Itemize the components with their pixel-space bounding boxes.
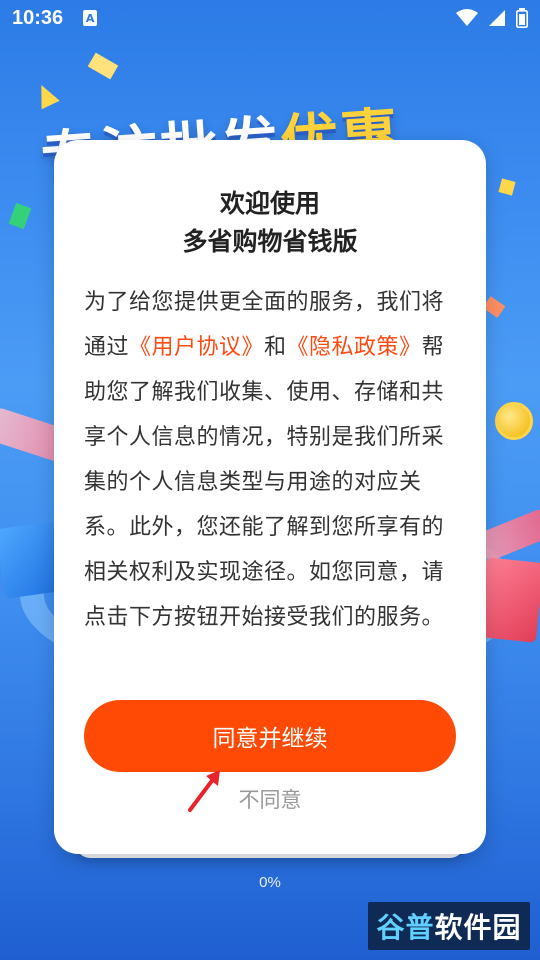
confetti-shape [87, 52, 119, 80]
watermark-text-part2: 软件园 [434, 911, 522, 944]
dialog-title: 欢迎使用 多省购物省钱版 [54, 185, 486, 261]
decorative-cube [477, 557, 540, 643]
body-text-and: 和 [264, 335, 287, 360]
agree-continue-button[interactable]: 同意并继续 [84, 700, 456, 772]
status-icons [456, 8, 528, 28]
status-bar: 10:36 A [0, 0, 540, 36]
status-time: 10:36 [12, 6, 64, 29]
watermark-text-part1: 谷普 [376, 911, 435, 944]
dialog-body-text: 为了给您提供更全面的服务，我们将通过《用户协议》和《隐私政策》帮助您了解我们收集… [84, 280, 460, 640]
privacy-policy-link[interactable]: 《隐私政策》 [287, 335, 422, 360]
confetti-shape [32, 80, 60, 110]
battery-icon [516, 8, 528, 28]
signal-icon [489, 10, 505, 26]
notification-icon: A [83, 10, 98, 26]
confetti-shape [498, 178, 516, 196]
privacy-consent-dialog: 欢迎使用 多省购物省钱版 为了给您提供更全面的服务，我们将通过《用户协议》和《隐… [54, 140, 486, 854]
wifi-icon [456, 9, 478, 26]
watermark-logo: 谷普 软件园 [368, 902, 530, 950]
user-agreement-link[interactable]: 《用户协议》 [129, 335, 264, 360]
dialog-title-line2: 多省购物省钱版 [182, 227, 358, 256]
confetti-shape [8, 202, 32, 230]
confetti-shape [482, 296, 506, 318]
dialog-title-line1: 欢迎使用 [219, 189, 320, 218]
pointer-arrow-icon [188, 770, 220, 812]
body-text-details: 帮助您了解我们收集、使用、存储和共享个人信息的情况，特别是我们所采集的个人信息类… [84, 335, 445, 630]
coin-icon [495, 402, 533, 440]
disagree-button[interactable]: 不同意 [54, 784, 486, 814]
progress-percentage: 0% [259, 874, 281, 891]
decorative-ribbon [476, 507, 540, 563]
